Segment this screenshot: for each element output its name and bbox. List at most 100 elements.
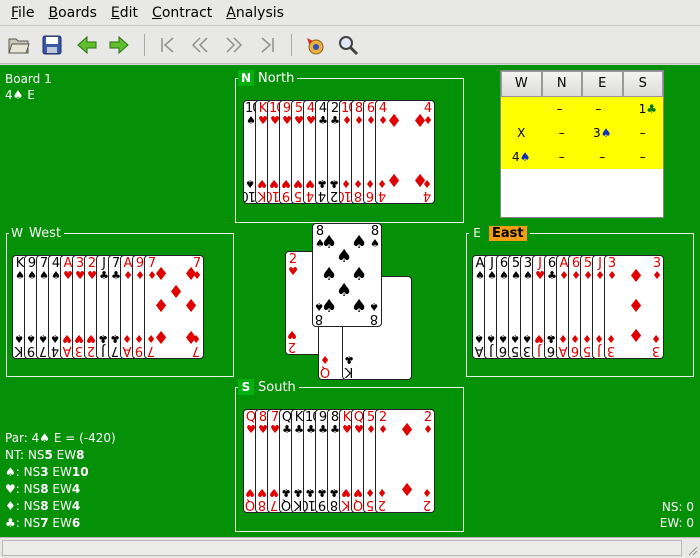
dd-row: ♠: NS3 EW10 xyxy=(5,465,89,479)
menu-edit[interactable]: Edit xyxy=(104,5,145,21)
card-index-bottom: 2 ♥ xyxy=(288,328,297,354)
bid-row: 4♠ – – – xyxy=(501,145,663,169)
bid-col-w: W xyxy=(501,71,542,97)
card-pip: ♦ xyxy=(153,296,170,317)
card-index: 2 ♦ xyxy=(377,411,388,436)
card-pip: ♠ xyxy=(321,264,338,285)
card-table: Board 1 4♠ E N North 10♠10♠K♥K♥10♥10♥9♥9… xyxy=(0,65,700,537)
card-pip: ♦ xyxy=(386,171,403,192)
status-field xyxy=(2,540,682,556)
bidding-table: W N E S – – 1♣ X – 3♠ – 4♠ – – – xyxy=(500,70,664,218)
north-card[interactable]: 4 ♦ 4 ♦ 4 ♦ 4 ♦ ♦ ♦ ♦ ♦ xyxy=(375,100,435,204)
card-index-bottom: K ♣ xyxy=(345,353,354,379)
card-suit: ♦ xyxy=(378,423,388,436)
score-ew: EW: 0 xyxy=(659,516,694,530)
bid-row: X – 3♠ – xyxy=(501,121,663,145)
east-name: East xyxy=(489,225,527,241)
card-pip: ♦ xyxy=(412,171,429,192)
menu-file[interactable]: File xyxy=(4,5,41,21)
east-seat: E East A ♠ A ♠ J ♠ J ♠ 6 ♠ 6 ♠ 5 ♠ 5 ♠ 3 ♠ 3 ♠ J ♥ J ♥ 6 ♣ 6 ♣ A ♦ A ♦ 6… xyxy=(466,225,694,377)
bid-cell: 3♠ xyxy=(593,126,612,140)
bid-col-n: N xyxy=(541,71,582,97)
toolbar xyxy=(0,26,700,64)
menu-analysis[interactable]: Analysis xyxy=(219,5,291,21)
dd-row: ♦: NS8 EW4 xyxy=(5,499,81,513)
bidding-header: W N E S xyxy=(501,71,663,97)
contract-label: 4♠ E xyxy=(5,88,35,102)
bid-cell: – xyxy=(595,102,602,116)
dd-row: ♣: NS7 EW6 xyxy=(5,516,81,530)
open-icon[interactable] xyxy=(7,33,31,57)
card-pip: ♠ xyxy=(351,296,368,317)
bid-row: – – 1♣ xyxy=(501,97,663,121)
card-index: 2 ♥ xyxy=(287,253,298,278)
forward-icon[interactable] xyxy=(107,33,131,57)
menu-contract[interactable]: Contract xyxy=(145,5,219,21)
card-index-right: 2 ♦ xyxy=(423,410,433,436)
resize-grip-icon[interactable] xyxy=(686,544,698,556)
statusbar xyxy=(0,537,700,558)
card-pip: ♠ xyxy=(336,280,353,301)
prev-card-icon[interactable] xyxy=(188,33,212,57)
board-number: Board 1 xyxy=(5,72,52,86)
card-index-bottom: 2 ♦ xyxy=(378,486,387,512)
west-badge: W xyxy=(11,226,23,240)
bid-cell: – xyxy=(558,126,565,140)
card-pip: ♠ xyxy=(351,232,368,253)
north-seat: N North 10♠10♠K♥K♥10♥10♥9♥9♥5♥5♥4♥4♥4♣4♣… xyxy=(235,70,464,223)
north-name: North xyxy=(258,70,295,86)
score-info: NS: 0 EW: 0 xyxy=(660,499,694,531)
south-seat: S South Q♥Q♥8♥8♥7♥7♥Q♣Q♣K♣K♣10♣10♣9♣9♣8♣… xyxy=(235,379,464,532)
card-suit: ♥ xyxy=(288,265,298,278)
par-info: Par: 4♠ E = (-420) NT: NS5 EW8 ♠: NS3 EW1… xyxy=(5,430,116,532)
dd-table: NT: NS5 EW8 ♠: NS3 EW10 ♥: NS8 EW4 ♦: NS8 E… xyxy=(5,447,116,532)
bid-col-s: S xyxy=(622,71,663,97)
card-pip: ♦ xyxy=(399,420,416,441)
board-info: Board 1 4♠ E xyxy=(5,71,52,103)
card-pip: ♦ xyxy=(628,296,645,317)
south-card[interactable]: 2 ♦ 2 ♦ 2 ♦ 2 ♦ ♦ ♦ xyxy=(375,409,435,513)
card-pip: ♠ xyxy=(321,296,338,317)
card-pip: ♦ xyxy=(153,328,170,349)
card-index-right-bottom: 8 ♠ xyxy=(370,300,379,326)
card-index: 3 ♦ xyxy=(606,257,617,282)
score-ns: NS: 0 xyxy=(661,500,694,514)
bid-cell: X xyxy=(517,126,526,140)
dd-row: NT: NS5 EW8 xyxy=(5,448,85,462)
west-card[interactable]: 7 ♦ 7 ♦ 7 ♦ 7 ♦ ♦ ♦ ♦ ♦ ♦ ♦ ♦ xyxy=(144,255,204,359)
first-card-icon[interactable] xyxy=(155,33,179,57)
west-name: West xyxy=(29,225,61,241)
card-index-right: 3 ♦ xyxy=(652,256,662,282)
bid-cell: – xyxy=(558,150,565,164)
bid-cell: – xyxy=(556,102,563,116)
card-index-right-bottom: 3 ♦ xyxy=(652,332,661,358)
card-index-bottom: Q ♦ xyxy=(320,353,331,379)
bidding-rows: – – 1♣ X – 3♠ – 4♠ – – – xyxy=(501,97,663,169)
south-name: South xyxy=(258,379,296,395)
west-seat: W West K ♠ K ♠ 9 ♠ 9 ♠ 7 ♠ 7 ♠ 4 ♠ 4 ♠ A ♥ A ♥ 3 ♥ 3 ♥ 2 ♥ 2 ♥ J ♣ J ♣ 7… xyxy=(6,225,234,377)
trick-card-north[interactable]: 8 ♠ 8 ♠ 8 ♠ 8 ♠ ♠ ♠ ♠ ♠ ♠ ♠ ♠ ♠ xyxy=(312,223,382,327)
save-icon[interactable] xyxy=(40,33,64,57)
card-index-right-bottom: 2 ♦ xyxy=(423,486,432,512)
menubar: File Boards Edit Contract Analysis xyxy=(0,0,700,26)
bid-cell: 4♠ xyxy=(512,150,531,164)
bid-cell xyxy=(501,97,540,121)
card-index-right: 8 ♠ xyxy=(370,224,380,250)
bid-cell: – xyxy=(639,126,646,140)
card-pip: ♦ xyxy=(628,266,645,287)
card-pip: ♦ xyxy=(183,296,200,317)
last-card-icon[interactable] xyxy=(256,33,280,57)
north-badge: N xyxy=(238,70,254,86)
menu-boards[interactable]: Boards xyxy=(41,5,103,21)
dd-solver-icon[interactable] xyxy=(303,33,327,57)
card-suit: ♦ xyxy=(607,269,617,282)
east-card[interactable]: 3 ♦ 3 ♦ 3 ♦ 3 ♦ ♦ ♦ ♦ xyxy=(604,255,664,359)
card-pip: ♦ xyxy=(412,111,429,132)
back-icon[interactable] xyxy=(75,33,99,57)
next-card-icon[interactable] xyxy=(222,33,246,57)
bid-cell: – xyxy=(599,150,606,164)
bid-cell: – xyxy=(639,150,646,164)
par-line: Par: 4♠ E = (-420) xyxy=(5,431,116,445)
card-pip: ♦ xyxy=(168,282,185,303)
search-icon[interactable] xyxy=(336,33,360,57)
